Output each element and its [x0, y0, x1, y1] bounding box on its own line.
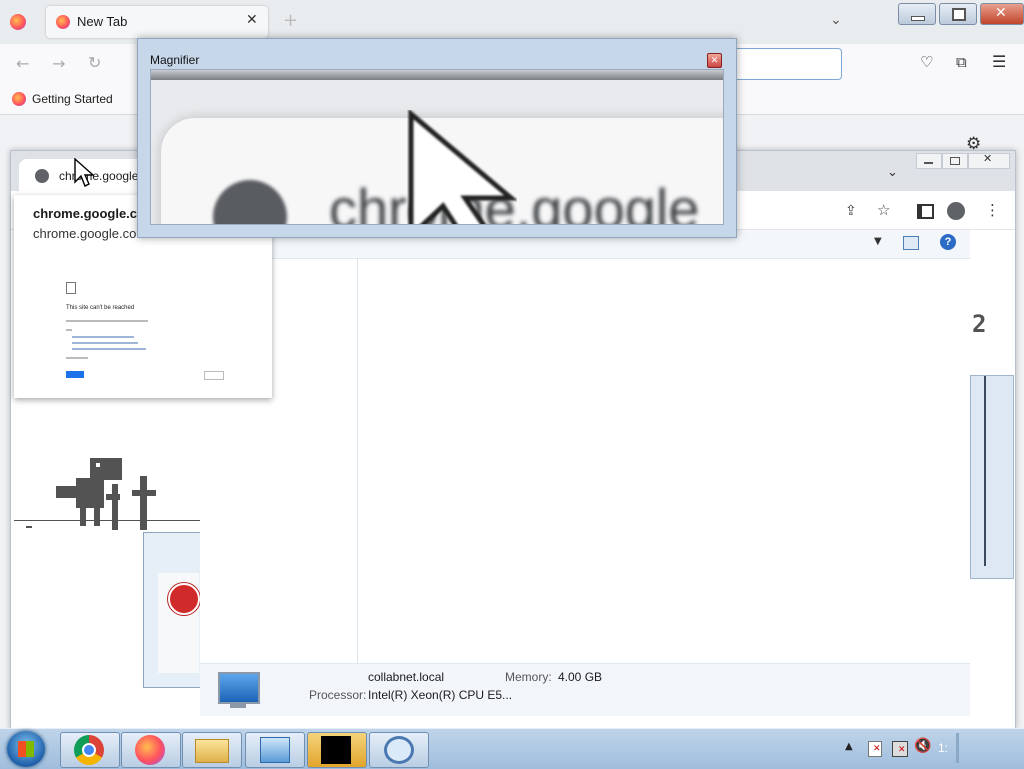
background-window-edge-line [984, 376, 986, 566]
magnifier-taskbar-icon [384, 736, 414, 764]
preview-details-button [204, 371, 224, 380]
magnifier-view: chrome.google [150, 69, 724, 225]
network-icon[interactable]: ✕ [892, 741, 908, 757]
chrome-window-controls: ✕ [916, 152, 1014, 169]
processor-value: Intel(R) Xeon(R) CPU E5... [368, 688, 513, 702]
folder-icon [195, 739, 229, 763]
dino-score: 2 [972, 310, 987, 338]
taskbar-firefox[interactable] [121, 732, 181, 768]
action-center-icon[interactable]: ✕ [868, 741, 882, 757]
new-tab-button[interactable]: + [283, 10, 298, 31]
firefox-tab-favicon-icon [56, 15, 70, 29]
bookmark-favicon-icon [12, 92, 26, 106]
pocket-icon[interactable]: ♡ [920, 53, 933, 71]
close-tab-icon[interactable]: ✕ [246, 12, 258, 28]
system-properties-window: ▼ ? collabnet.local Memory: 4.00 GB Proc… [200, 230, 970, 716]
taskbar-cmd[interactable] [307, 732, 367, 768]
menu-icon[interactable]: ☰ [992, 52, 1006, 71]
close-window-button[interactable]: ✕ [980, 3, 1024, 25]
taskbar-explorer[interactable] [182, 732, 242, 768]
dropdown-arrow-icon[interactable]: ▼ [874, 236, 882, 247]
magnifier-window: Magnifier ✕ chrome.google [137, 38, 737, 238]
dino-ground-line [14, 520, 200, 521]
background-window-edge [970, 375, 1014, 579]
chrome-close-button[interactable]: ✕ [968, 152, 1010, 169]
magnifier-close-button[interactable]: ✕ [707, 53, 722, 68]
console-icon [321, 736, 351, 764]
memory-label: Memory: [505, 670, 552, 684]
chrome-logo-icon [74, 735, 104, 765]
side-panel-icon[interactable] [917, 204, 934, 219]
chrome-tab-search-icon[interactable]: ⌄ [887, 165, 898, 180]
firefox-taskbar-icon [135, 735, 165, 765]
minimize-button[interactable] [898, 3, 936, 25]
volume-muted-icon[interactable]: 🔇 [914, 738, 931, 754]
mouse-cursor-icon [74, 158, 94, 187]
firefox-tab-title: New Tab [77, 14, 128, 29]
show-desktop-button[interactable] [956, 733, 959, 763]
share-icon[interactable]: ⇪ [845, 203, 857, 219]
server-manager-icon [260, 737, 290, 763]
computer-monitor-icon [218, 672, 260, 704]
clock[interactable]: 1: [938, 741, 948, 755]
memory-value: 4.00 GB [558, 670, 603, 684]
nav-pane-divider [357, 258, 358, 663]
start-button[interactable] [7, 731, 45, 767]
preview-url: chrome.google.com [33, 226, 148, 241]
reload-icon[interactable]: ↻ [88, 53, 101, 72]
page-file-icon [66, 282, 76, 294]
profile-avatar-icon[interactable] [947, 202, 965, 220]
processor-label: Processor: [309, 688, 367, 702]
firefox-url-bar[interactable] [730, 48, 842, 80]
computer-name: collabnet.local [368, 670, 445, 684]
show-hidden-icons-button[interactable]: ▲ [845, 741, 853, 752]
preview-reload-button [66, 371, 84, 378]
preview-thumbnail: This site can't be reached [58, 275, 228, 385]
taskbar: ▲ ✕ ✕ 🔇 1: [0, 728, 1024, 769]
preview-error-heading: This site can't be reached [66, 305, 135, 311]
cactus-icon [106, 476, 156, 530]
layout-pane-icon[interactable] [903, 236, 919, 250]
magnifier-title: Magnifier [150, 53, 200, 67]
chrome-menu-icon[interactable]: ⋮ [985, 201, 1000, 219]
restore-button[interactable] [939, 3, 977, 25]
back-icon[interactable]: ← [16, 54, 29, 73]
tab-list-chevron-icon[interactable]: ⌄ [830, 12, 842, 28]
extensions-icon[interactable]: ⧉ [956, 53, 967, 71]
dino-ground-dash [26, 526, 32, 528]
chrome-restore-button[interactable] [942, 153, 968, 169]
globe-icon [35, 169, 49, 183]
error-dialog-partial [143, 532, 201, 688]
system-details-footer: collabnet.local Memory: 4.00 GB Processo… [200, 663, 970, 716]
firefox-logo-icon [10, 14, 26, 30]
magnified-cursor-icon [408, 110, 517, 224]
taskbar-magnifier[interactable] [369, 732, 429, 768]
firefox-tab-new-tab[interactable]: New Tab ✕ [46, 6, 268, 38]
bookmark-star-icon[interactable]: ☆ [877, 201, 890, 219]
error-icon [168, 583, 200, 615]
firefox-window-controls: ✕ [898, 0, 1024, 26]
chrome-minimize-button[interactable] [916, 153, 942, 169]
taskbar-chrome[interactable] [60, 732, 120, 768]
forward-icon[interactable]: → [52, 54, 65, 73]
taskbar-server-manager[interactable] [245, 732, 305, 768]
windows-logo-icon [18, 741, 34, 757]
bookmark-getting-started[interactable]: Getting Started [32, 92, 113, 106]
help-icon[interactable]: ? [940, 234, 956, 250]
